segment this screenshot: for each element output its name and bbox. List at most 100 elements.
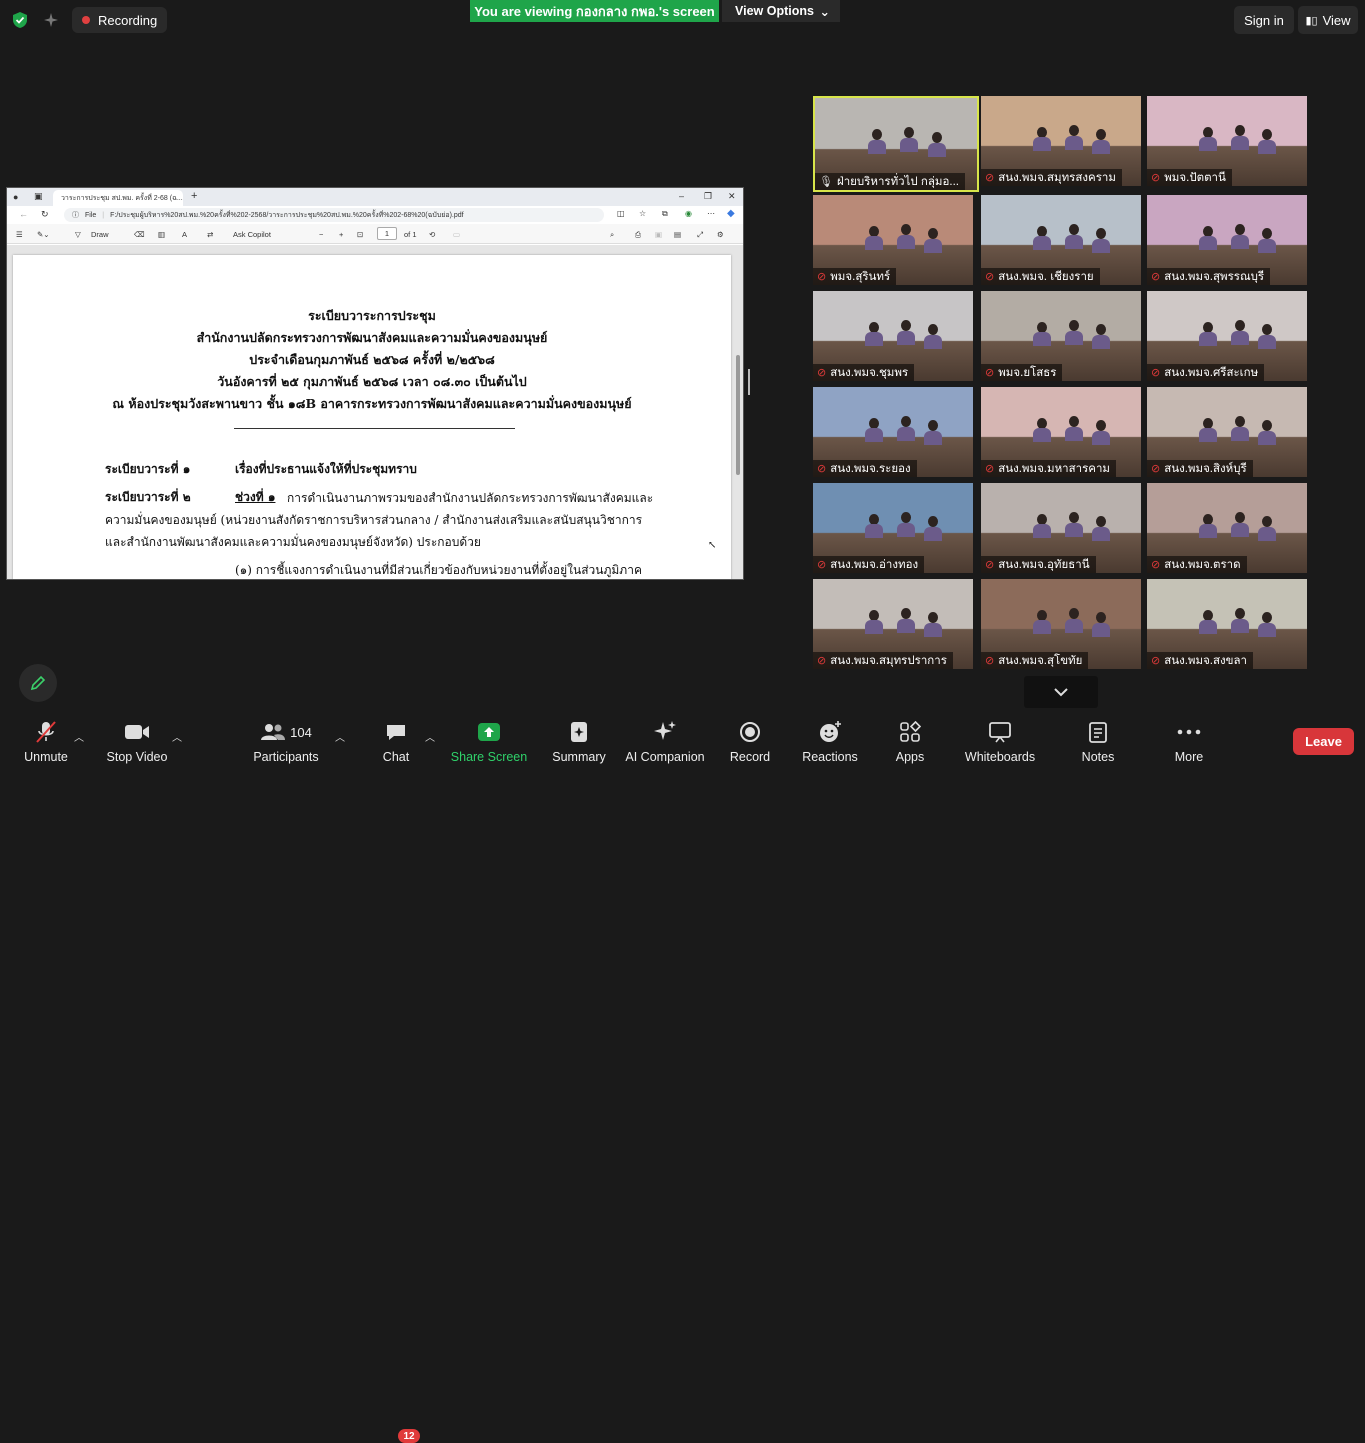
participant-video-tile[interactable]: ⊘ สนง.พมจ.มหาสารคาม [981,387,1141,477]
participant-video-tile[interactable]: ⊘ สนง.พมจ.สงขลา [1147,579,1307,669]
zoom-out-icon[interactable]: − [319,230,323,239]
new-tab-icon[interactable]: + [191,190,197,202]
settings-gear-icon[interactable]: ⚙ [717,230,724,239]
split-screen-icon[interactable]: ◫ [617,209,625,218]
view-button[interactable]: ▮▯ View [1298,6,1358,34]
highlight-icon[interactable]: ✎⌄ [37,230,50,239]
menu-dots-icon[interactable]: ⋯ [707,209,715,218]
summary-button[interactable]: Summary [551,720,607,764]
participant-video-tile[interactable]: ⊘ สนง.พมจ.สิงห์บุรี [1147,387,1307,477]
save-as-icon[interactable]: ▤ [674,230,681,239]
extension-icon[interactable]: ◉ [685,209,692,218]
two-page-icon[interactable]: ▭ [453,230,460,239]
save-icon[interactable]: ▣ [655,230,662,239]
draw-icon[interactable]: ▽ [75,230,81,239]
ask-copilot-button[interactable]: Ask Copilot [233,230,271,239]
participant-video-tile[interactable]: ⊘ สนง.พมจ.อุทัยธานี [981,483,1141,573]
search-icon[interactable]: ⌕ [610,230,614,240]
eraser-icon[interactable]: ⌫ [134,230,145,239]
pdf-page: ระเบียบวาระการประชุม สำนักงานปลัดกระทรวง… [13,255,731,579]
participant-name: สนง.พมจ. เชียงราย [998,270,1094,283]
reactions-button[interactable]: Reactions [802,720,858,764]
profile-icon[interactable]: ● [13,192,18,202]
annotate-pencil-button[interactable] [19,664,57,702]
participant-name-label: ⊘ สนง.พมจ.สุโขทัย [981,652,1089,669]
browser-tab-strip: ● ▣ วาระการประชุม สป.พม. ครั้งที่ 2-68 (… [7,188,743,206]
participant-video-tile[interactable]: ⊘ สนง.พมจ.สุพรรณบุรี [1147,195,1307,285]
participant-video-tile[interactable]: ⊘ พมจ.ปัตตานี [1147,96,1307,186]
page-view-icon[interactable]: ▥ [158,230,165,239]
shield-icon[interactable] [9,9,31,31]
collections-icon[interactable]: ⧉ [662,209,668,219]
participants-button[interactable]: 104 Participants [253,720,319,764]
participant-video-tile[interactable]: ⊘ สนง.พมจ.สมุทรปราการ [813,579,973,669]
chat-button[interactable]: Chat [380,720,412,764]
apps-button[interactable]: Apps [894,720,926,764]
person-figure [901,223,911,235]
meeting-top-bar: Recording You are viewing กองกลาง กพอ.'s… [0,0,1365,40]
read-aloud-icon[interactable]: A [182,230,187,239]
participant-video-tile[interactable]: ⊘ สนง.พมจ.สุโขทัย [981,579,1141,669]
participant-video-tile[interactable]: ⊘ สนง.พมจ.สมุทรสงคราม [981,96,1141,186]
zoom-in-icon[interactable]: + [339,230,343,239]
back-icon[interactable]: ← [19,209,28,219]
leave-button[interactable]: Leave [1293,728,1354,755]
rotate-icon[interactable]: ⟲ [429,230,435,239]
contents-icon[interactable]: ☰ [16,230,23,239]
copilot-icon[interactable]: ◆ [727,208,735,219]
participant-video-tile[interactable]: ⊘ สนง.พมจ.ชุมพร [813,291,973,381]
fit-page-icon[interactable]: ⊡ [357,230,363,239]
agenda-2-line: การดำเนินงานภาพรวมของสำนักงานปลัดกระทรวง… [287,491,654,505]
audio-options-caret-icon[interactable]: ︿ [74,729,84,744]
agenda-1-label: ระเบียบวาระที่ ๑ [105,462,191,476]
person-body [900,138,919,153]
share-screen-button[interactable]: Share Screen [451,720,527,764]
shared-screen[interactable]: ● ▣ วาระการประชุม สป.พม. ครั้งที่ 2-68 (… [6,187,744,580]
participant-video-tile[interactable]: ⊘ สนง.พมจ.ตราด [1147,483,1307,573]
chat-caret-icon[interactable]: ︿ [425,729,435,744]
person-figure [1203,126,1213,138]
translate-icon[interactable]: ⇄ [207,230,213,239]
participants-caret-icon[interactable]: ︿ [335,729,345,744]
fullscreen-icon[interactable]: ⤢ [697,230,703,240]
scrollbar-thumb[interactable] [736,355,740,475]
participant-video-tile[interactable]: ⊘ สนง.พมจ.ศรีสะเกษ [1147,291,1307,381]
minimize-icon[interactable]: – [679,191,684,201]
participant-name: พมจ.สุรินทร์ [830,270,891,283]
tab-actions-icon[interactable]: ▣ [34,191,43,202]
ai-companion-button[interactable]: AI Companion [625,720,705,764]
person-figure [901,607,911,619]
print-icon[interactable]: ⎙ [635,230,641,240]
participant-video-tile[interactable]: ⊘ สนง.พมจ.ระยอง [813,387,973,477]
stop-video-button[interactable]: Stop Video [106,720,168,764]
view-options-button[interactable]: View Options ⌄ [722,0,840,22]
participant-video-tile[interactable]: ⊘ พมจ.ยโสธร [981,291,1141,381]
sign-in-button[interactable]: Sign in [1234,6,1294,34]
participant-name: สนง.พมจ.สิงห์บุรี [1164,462,1247,475]
draw-label[interactable]: Draw [91,230,109,239]
participant-video-tile[interactable]: 🎙 ฝ่ายบริหารทั่วไป กลุ่มอ... [813,96,979,192]
recording-indicator[interactable]: Recording [72,7,168,33]
participant-video-tile[interactable]: ⊘ พมจ.สุรินทร์ [813,195,973,285]
record-button[interactable]: Record [728,720,772,764]
split-resize-handle[interactable] [748,369,750,395]
unmute-button[interactable]: Unmute [22,720,70,764]
favorites-icon[interactable]: ☆ [639,209,646,218]
participant-video-tile[interactable]: ⊘ สนง.พมจ. เชียงราย [981,195,1141,285]
pdf-scrollbar[interactable] [736,305,743,579]
url-field[interactable]: ⓘ File | F:/ประชุมผู้บริหาร%20สป.พม.%20ค… [64,208,604,222]
video-options-caret-icon[interactable]: ︿ [172,729,182,744]
restore-icon[interactable]: ❐ [704,191,712,202]
participant-video-tile[interactable]: ⊘ สนง.พมจ.อ่างทอง [813,483,973,573]
microphone-muted-icon: ⊘ [817,655,827,667]
more-button[interactable]: More [1170,720,1208,764]
refresh-icon[interactable]: ↻ [41,209,49,220]
microphone-muted-icon: ⊘ [1151,271,1161,283]
ai-sparkle-icon[interactable] [40,9,62,31]
whiteboards-button[interactable]: Whiteboards [963,720,1037,764]
page-number-input[interactable]: 1 [377,227,397,240]
browser-tab[interactable]: วาระการประชุม สป.พม. ครั้งที่ 2-68 (ฉ...… [53,190,183,206]
close-window-icon[interactable]: ✕ [728,191,736,202]
gallery-next-page-button[interactable] [1024,676,1098,708]
notes-button[interactable]: Notes [1079,720,1117,764]
